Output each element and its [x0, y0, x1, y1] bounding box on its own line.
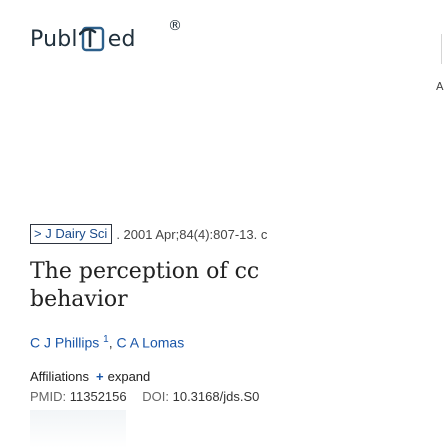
content-fade — [30, 410, 126, 448]
truncated-edge-text: A — [436, 80, 444, 93]
author-link[interactable]: C J Phillips — [30, 335, 99, 351]
doi-link[interactable]: 10.3168/jds.S0 — [173, 389, 260, 404]
pubmed-mark-icon — [78, 26, 104, 52]
citation-details: . 2001 Apr;84(4):807-13. c — [116, 226, 268, 242]
expand-affiliations-button[interactable]: expand — [108, 369, 151, 384]
logo-text-left: Publ — [30, 26, 78, 52]
affiliations-label: Affiliations — [30, 369, 90, 384]
author-link[interactable]: C A Lomas — [116, 335, 184, 351]
pubmed-logo[interactable]: Publ ed ® — [30, 18, 182, 54]
title-line-1: The perception of cc — [30, 259, 260, 284]
plus-icon[interactable]: + — [96, 369, 104, 384]
author-list: C J Phillips 1, C A Lomas — [30, 334, 184, 351]
doi-label: DOI: — [142, 389, 169, 404]
affiliations-row: Affiliations + expand — [30, 369, 150, 384]
article-title: The perception of cc behavior — [30, 258, 448, 314]
logo-text-right: ed — [107, 26, 136, 52]
title-line-2: behavior — [30, 287, 128, 312]
header-divider — [441, 34, 442, 64]
registered-mark: ® — [168, 18, 183, 34]
journal-button[interactable]: > J Dairy Sci — [30, 224, 113, 244]
identifiers-row: PMID: 11352156 DOI: 10.3168/jds.S0 — [30, 389, 259, 404]
citation-line: > J Dairy Sci . 2001 Apr;84(4):807-13. c — [30, 224, 448, 244]
pmid-value: 11352156 — [69, 389, 127, 404]
pmid-label: PMID: — [30, 389, 67, 404]
